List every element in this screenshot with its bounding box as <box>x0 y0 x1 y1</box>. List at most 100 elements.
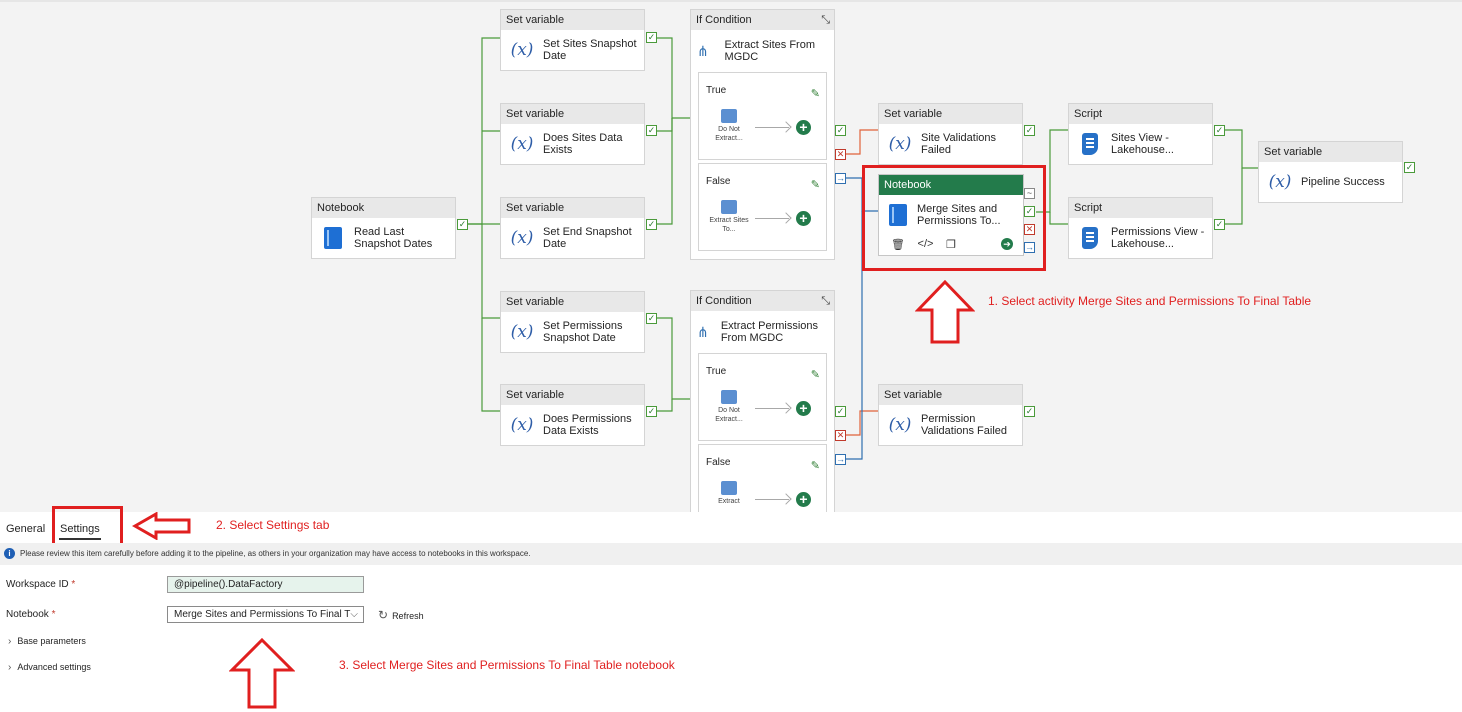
success-port-icon[interactable]: ✓ <box>646 219 657 230</box>
activity-label: Does Permissions Data Exists <box>543 413 632 437</box>
success-port-icon[interactable]: ✓ <box>646 125 657 136</box>
workspace-id-field[interactable]: @pipeline().DataFactory <box>167 576 364 593</box>
activity-label: Permissions View - Lakehouse... <box>1111 226 1205 250</box>
fail-port-icon[interactable]: ✕ <box>835 430 846 441</box>
branch-false[interactable]: False ✎ Extract Sites To... + <box>698 163 827 251</box>
if-condition-icon: ⋔ <box>697 323 709 340</box>
tab-general[interactable]: General <box>6 523 45 535</box>
activity-label: Sites View - Lakehouse... <box>1111 132 1174 156</box>
branch-title: False <box>706 176 731 187</box>
success-port-icon[interactable]: ✓ <box>835 406 846 417</box>
branch-title: True <box>706 85 727 96</box>
success-port-icon[interactable]: ✓ <box>646 32 657 43</box>
add-activity-icon[interactable]: + <box>796 120 811 135</box>
activity-set-end-snapshot-date[interactable]: Set variable (𝑥) Set End Snapshot Date <box>500 197 645 259</box>
activity-label: Pipeline Success <box>1301 176 1385 188</box>
branch-true[interactable]: True ✎ Do Not Extract... + <box>698 353 827 441</box>
branch-activity[interactable]: Extract Sites To... <box>709 200 749 234</box>
add-activity-icon[interactable]: + <box>796 211 811 226</box>
advanced-settings-expander[interactable]: › Advanced settings <box>8 662 91 673</box>
properties-panel: General Settings 2. Select Settings tab … <box>0 506 1462 712</box>
success-port-icon[interactable]: ✓ <box>1024 406 1035 417</box>
activity-type: Set variable <box>879 385 1022 405</box>
if-condition-extract-permissions[interactable]: If Condition ⤡ ⋔ Extract Permissions From… <box>690 290 835 512</box>
highlight-box-settings-tab <box>52 506 123 546</box>
pipeline-canvas[interactable]: Notebook Read Last Snapshot Dates ✓ Set … <box>0 0 1462 512</box>
success-port-icon[interactable]: ✓ <box>1214 125 1225 136</box>
branch-activity[interactable]: Do Not Extract... <box>709 390 749 424</box>
branch-activity-label: Extract Sites To... <box>709 217 749 233</box>
branch-false[interactable]: False ✎ Extract + <box>698 444 827 512</box>
activity-label: Extract Permissions From MGDC <box>720 320 819 344</box>
variable-icon: (𝑥) <box>510 228 534 248</box>
expand-icon[interactable]: ⤡ <box>821 291 830 311</box>
expander-label: Base parameters <box>17 636 86 646</box>
annotation-step2: 2. Select Settings tab <box>216 518 330 532</box>
left-arrow-annotation-icon <box>132 512 191 540</box>
branch-activity-label: Do Not Extract... <box>715 126 743 142</box>
activity-set-permissions-snapshot-date[interactable]: Set variable (𝑥) Set Permissions Snapsho… <box>500 291 645 353</box>
edit-pencil-icon[interactable]: ✎ <box>811 368 820 381</box>
success-port-icon[interactable]: ✓ <box>1214 219 1225 230</box>
completion-port-icon[interactable]: → <box>835 454 846 465</box>
label-text: Notebook <box>6 609 49 620</box>
add-activity-icon[interactable]: + <box>796 401 811 416</box>
refresh-label: Refresh <box>392 611 424 621</box>
success-port-icon[interactable]: ✓ <box>457 219 468 230</box>
activity-type: Set variable <box>501 104 644 124</box>
notebook-icon <box>320 225 346 251</box>
success-port-icon[interactable]: ✓ <box>646 313 657 324</box>
activity-label: Site Validations Failed <box>921 132 997 156</box>
required-marker: * <box>51 609 56 620</box>
chevron-down-icon: ⌵ <box>350 609 358 620</box>
branch-activity[interactable]: Do Not Extract... <box>709 109 749 143</box>
activity-label: Read Last Snapshot Dates <box>354 226 433 250</box>
activity-set-sites-snapshot-date[interactable]: Set variable (𝑥) Set Sites Snapshot Date <box>500 9 645 71</box>
activity-permission-validations-failed[interactable]: Set variable (𝑥) Permission Validations … <box>878 384 1023 446</box>
edit-pencil-icon[interactable]: ✎ <box>811 459 820 472</box>
activity-label: Set End Snapshot Date <box>543 226 632 250</box>
chevron-right-icon: › <box>8 636 12 647</box>
fail-port-icon[interactable]: ✕ <box>835 149 846 160</box>
success-port-icon[interactable]: ✓ <box>1024 125 1035 136</box>
success-port-icon[interactable]: ✓ <box>835 125 846 136</box>
workspace-id-label: Workspace ID * <box>6 579 75 590</box>
activity-type: Notebook <box>312 198 455 218</box>
edit-pencil-icon[interactable]: ✎ <box>811 178 820 191</box>
arrow-icon <box>755 499 789 500</box>
activity-read-last-snapshot-dates[interactable]: Notebook Read Last Snapshot Dates <box>311 197 456 259</box>
success-port-icon[interactable]: ✓ <box>1404 162 1415 173</box>
completion-port-icon[interactable]: → <box>835 173 846 184</box>
variable-icon: (𝑥) <box>510 415 534 435</box>
expand-icon[interactable]: ⤡ <box>821 10 830 30</box>
notebook-select[interactable]: Merge Sites and Permissions To Final T ⌵ <box>167 606 364 623</box>
activity-type: Set variable <box>1259 142 1402 162</box>
activity-type: Set variable <box>501 385 644 405</box>
info-icon: i <box>4 548 15 559</box>
activity-type: Set variable <box>879 104 1022 124</box>
activity-site-validations-failed[interactable]: Set variable (𝑥) Site Validations Failed <box>878 103 1023 165</box>
label-text: Workspace ID <box>6 579 69 590</box>
refresh-button[interactable]: ↻ Refresh <box>378 608 424 622</box>
add-activity-icon[interactable]: + <box>796 492 811 507</box>
variable-icon: (𝑥) <box>1268 172 1292 192</box>
activity-type: Set variable <box>501 198 644 218</box>
activity-type: If Condition <box>696 295 752 307</box>
activity-pipeline-success[interactable]: Set variable (𝑥) Pipeline Success <box>1258 141 1403 203</box>
variable-icon: (𝑥) <box>510 40 534 60</box>
activity-does-permissions-data-exists[interactable]: Set variable (𝑥) Does Permissions Data E… <box>500 384 645 446</box>
required-marker: * <box>71 579 76 590</box>
success-port-icon[interactable]: ✓ <box>646 406 657 417</box>
activity-type: If Condition <box>696 14 752 26</box>
if-condition-extract-sites[interactable]: If Condition ⤡ ⋔ Extract Sites From MGDC … <box>690 9 835 260</box>
activity-permissions-view-script[interactable]: Script Permissions View - Lakehouse... <box>1068 197 1213 259</box>
activity-sites-view-script[interactable]: Script Sites View - Lakehouse... <box>1068 103 1213 165</box>
edit-pencil-icon[interactable]: ✎ <box>811 87 820 100</box>
variable-icon: (𝑥) <box>888 134 912 154</box>
branch-true[interactable]: True ✎ Do Not Extract... + <box>698 72 827 160</box>
branch-activity[interactable]: Extract <box>709 481 749 506</box>
if-condition-icon: ⋔ <box>697 42 709 59</box>
base-parameters-expander[interactable]: › Base parameters <box>8 636 86 647</box>
activity-does-sites-data-exists[interactable]: Set variable (𝑥) Does Sites Data Exists <box>500 103 645 165</box>
activity-label: Does Sites Data Exists <box>543 132 623 156</box>
